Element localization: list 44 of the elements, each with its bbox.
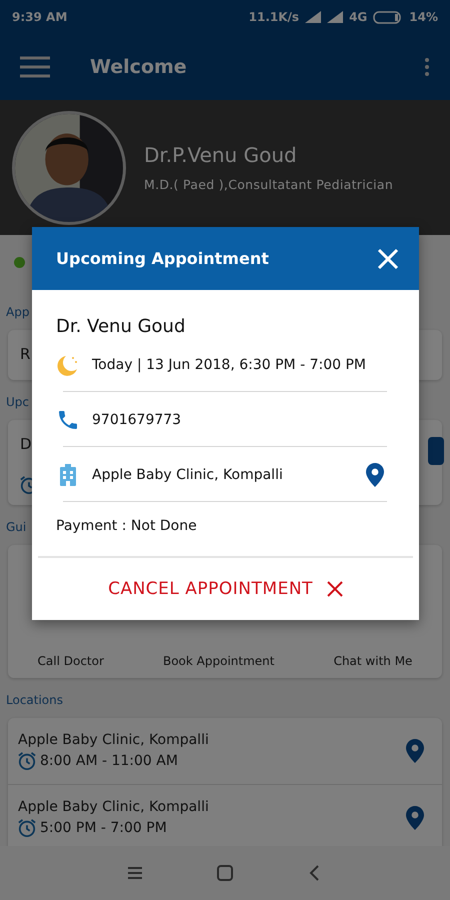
app-title: Welcome <box>90 56 188 78</box>
clinic-name: Apple Baby Clinic, Kompalli <box>92 466 284 485</box>
clinic-hours: 5:00 PM - 7:00 PM <box>40 820 167 836</box>
menu-icon[interactable] <box>20 55 50 79</box>
dialog-title: Upcoming Appointment <box>56 249 270 268</box>
alarm-clock-icon <box>18 752 36 770</box>
card-text: D <box>20 435 33 453</box>
action-label[interactable]: Call Doctor <box>38 654 104 668</box>
card-text: R <box>20 345 30 363</box>
cancel-appointment-button[interactable]: CANCEL APPOINTMENT <box>32 558 419 620</box>
action-button[interactable] <box>428 437 444 465</box>
clinic-hours: 8:00 AM - 11:00 AM <box>40 753 178 769</box>
section-heading: Upc <box>6 395 29 409</box>
action-label[interactable]: Chat with Me <box>334 654 412 668</box>
payment-status: Payment : Not Done <box>56 517 198 536</box>
action-label[interactable]: Book Appointment <box>162 654 274 668</box>
location-pin-icon[interactable] <box>363 463 387 487</box>
phone-number[interactable]: 9701679773 <box>92 410 387 430</box>
close-icon <box>326 581 343 597</box>
battery-level: 14% <box>409 10 438 24</box>
section-heading: Gui <box>6 520 26 534</box>
close-icon[interactable] <box>377 248 399 270</box>
more-options-icon[interactable] <box>424 57 430 77</box>
doctor-name: Dr.P.Venu Goud <box>144 143 298 167</box>
network-speed: 11.1K/s <box>248 10 300 24</box>
signal-icon <box>327 11 344 23</box>
location-pin-icon[interactable] <box>406 806 424 830</box>
alarm-clock-icon <box>18 819 36 837</box>
location-pin-icon[interactable] <box>406 739 424 763</box>
phone-icon <box>56 408 80 432</box>
home-icon[interactable] <box>215 863 235 883</box>
section-heading: App <box>6 305 30 319</box>
section-heading: Locations <box>6 693 64 707</box>
network-type: 4G <box>349 10 368 24</box>
signal-icon <box>305 11 322 23</box>
appointment-datetime: Today | 13 Jun 2018, 6:30 PM - 7:00 PM <box>92 356 367 375</box>
clinic-name: Apple Baby Clinic, Kompalli <box>18 732 210 748</box>
battery-icon <box>373 10 404 24</box>
clinic-name: Apple Baby Clinic, Kompalli <box>18 799 210 815</box>
status-dot <box>14 257 25 268</box>
moon-icon <box>56 353 80 377</box>
clock-time: 9:39 AM <box>12 10 68 24</box>
doctor-name: Dr. Venu Goud <box>56 316 186 337</box>
doctor-qualification: M.D.( Paed ),Consultatant Pediatrician <box>144 177 394 192</box>
